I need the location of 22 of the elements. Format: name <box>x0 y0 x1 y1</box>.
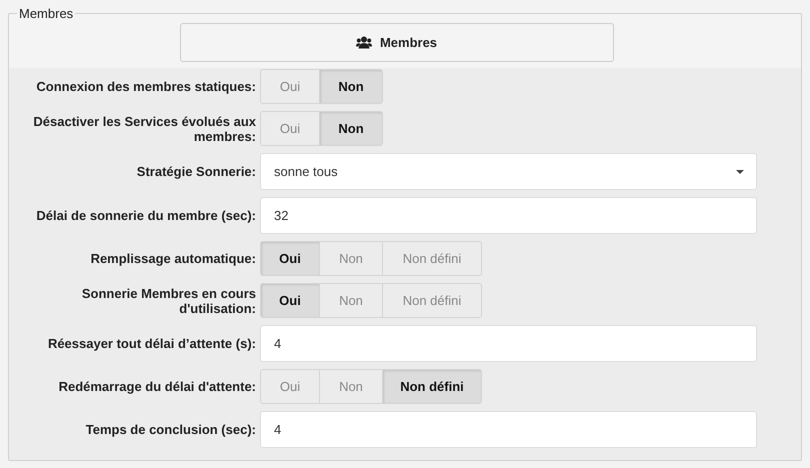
field-label: Remplissage automatique: <box>90 251 256 266</box>
field-label: Connexion des membres statiques: <box>35 79 256 94</box>
members-button[interactable]: Membres <box>180 23 614 62</box>
field-label: Temps de conclusion (sec): <box>84 422 256 437</box>
toggle-option[interactable]: Oui <box>260 283 320 318</box>
input-field[interactable]: 4 <box>260 325 757 362</box>
field-label: Redémarrage du délai d'attente: <box>58 379 256 394</box>
toggle-option[interactable]: Non <box>319 111 383 146</box>
panel-legend: Membres <box>17 6 76 21</box>
toggle-option[interactable]: Oui <box>260 241 320 276</box>
field-label: Désactiver les Services évolués aux membres: <box>32 114 256 144</box>
users-icon <box>356 36 372 49</box>
toggle-option[interactable]: Non <box>319 69 383 104</box>
field-label: Réessayer tout délai d’attente (s): <box>46 336 256 351</box>
dropdown-field[interactable]: sonne tous <box>260 153 757 190</box>
field-label: Sonnerie Membres en cours d'utilisation: <box>80 286 256 316</box>
toggle-option[interactable]: Non défini <box>382 369 482 404</box>
field-label: Stratégie Sonnerie: <box>136 164 256 179</box>
input-field[interactable]: 4 <box>260 411 757 448</box>
field-label: Délai de sonnerie du membre (sec): <box>35 208 256 223</box>
input-field[interactable]: 32 <box>260 197 757 234</box>
caret-icon <box>736 170 744 174</box>
